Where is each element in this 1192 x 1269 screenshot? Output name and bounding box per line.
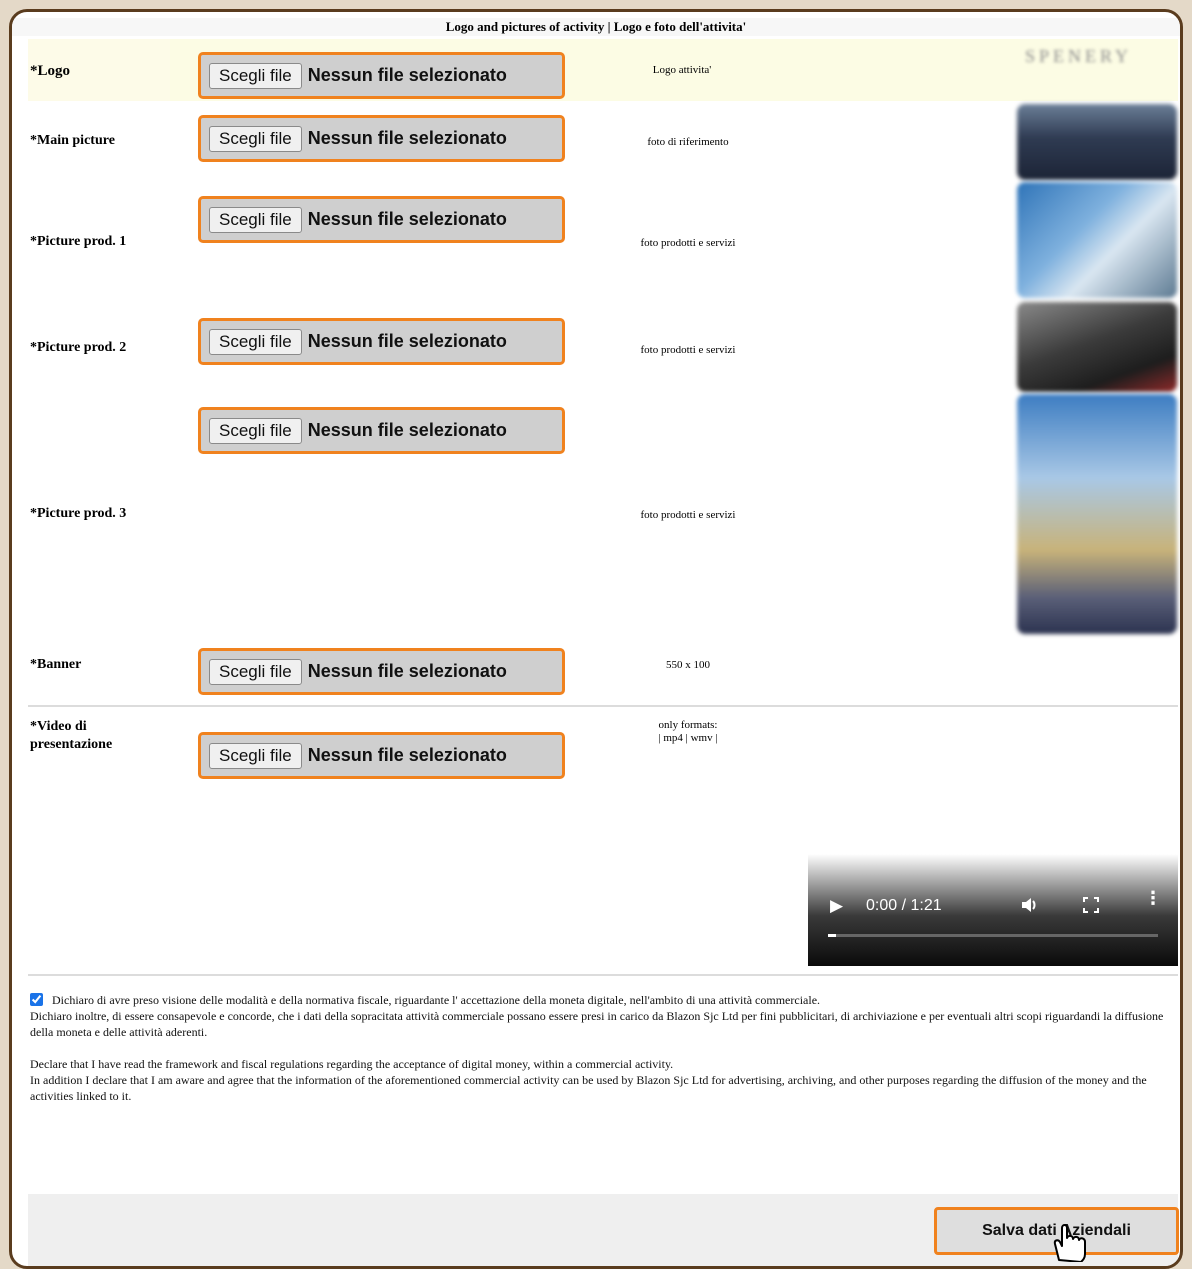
video-file-input[interactable]: Scegli file Nessun file selezionato [198,732,565,779]
video-label: *Video di presentazione [30,718,112,754]
declaration-en-line-1: Declare that I have read the framework a… [30,1057,674,1071]
picture-prod-3-preview-image [1017,394,1177,634]
video-time: 0:00 / 1:21 [866,897,942,914]
logo-file-input[interactable]: Scegli file Nessun file selezionato [198,52,565,99]
choose-file-button[interactable]: Scegli file [209,742,302,769]
banner-file-input[interactable]: Scegli file Nessun file selezionato [198,648,565,695]
banner-note: 550 x 100 [666,659,710,671]
main-picture-file-input[interactable]: Scegli file Nessun file selezionato [198,115,565,162]
file-status: Nessun file selezionato [307,331,507,351]
main-picture-note: foto di riferimento [647,136,729,148]
picture-prod-1-label: *Picture prod. 1 [30,234,127,249]
picture-prod-1-preview-image [1017,182,1177,298]
file-status: Nessun file selezionato [307,128,507,148]
section-divider [28,705,1178,707]
declaration-en-line-2: In addition I declare that I am aware an… [30,1073,1147,1103]
video-progress-fill [828,934,836,937]
declaration-it-line-2: Dichiaro inoltre, di essere consapevole … [30,1009,1164,1039]
hand-cursor-icon [1047,1222,1097,1266]
file-status: Nessun file selezionato [307,661,507,681]
picture-prod-2-file-input[interactable]: Scegli file Nessun file selezionato [198,318,565,365]
declaration-checkbox[interactable] [30,993,43,1006]
choose-file-button[interactable]: Scegli file [209,125,302,152]
choose-file-button[interactable]: Scegli file [209,62,302,89]
logo-note: Logo attivita' [652,64,712,76]
video-progress-bar[interactable] [828,934,1158,937]
choose-file-button[interactable]: Scegli file [209,328,302,355]
section-title: Logo and pictures of activity | Logo e f… [12,18,1180,36]
video-frame [808,854,1178,966]
form-panel: Logo and pictures of activity | Logo e f… [9,9,1183,1269]
picture-prod-2-note: foto prodotti e servizi [640,344,736,356]
choose-file-button[interactable]: Scegli file [209,417,302,444]
choose-file-button[interactable]: Scegli file [209,658,302,685]
volume-icon[interactable] [1020,895,1040,920]
section-divider [28,974,1178,976]
logo-label: *Logo [30,63,71,79]
picture-prod-3-note: foto prodotti e servizi [640,509,736,521]
declaration-text: Dichiaro di avre preso visione delle mod… [30,992,1180,1104]
file-status: Nessun file selezionato [307,420,507,440]
declaration-it-line-1: Dichiaro di avre preso visione delle mod… [52,993,821,1007]
banner-label: *Banner [30,657,82,672]
video-player[interactable]: ▶ 0:00 / 1:21 ⋮ [808,854,1178,966]
file-status: Nessun file selezionato [307,745,507,765]
choose-file-button[interactable]: Scegli file [209,206,302,233]
picture-prod-3-file-input[interactable]: Scegli file Nessun file selezionato [198,407,565,454]
play-icon[interactable]: ▶ [830,896,843,916]
video-note-line-2: | mp4 | wmv | [658,732,718,744]
file-status: Nessun file selezionato [307,65,507,85]
video-label-line-1: *Video di [30,719,87,734]
file-status: Nessun file selezionato [307,209,507,229]
svg-text:SPENERY: SPENERY [1025,46,1132,66]
picture-prod-1-note: foto prodotti e servizi [640,237,736,249]
video-label-line-2: presentazione [30,737,113,752]
picture-prod-2-preview-image [1017,302,1177,392]
main-picture-label: *Main picture [30,133,115,148]
fullscreen-icon[interactable] [1083,897,1099,918]
picture-prod-2-label: *Picture prod. 2 [30,340,127,355]
video-note: only formats: | mp4 | wmv | [608,719,768,745]
main-picture-preview-image [1017,104,1177,180]
picture-prod-1-file-input[interactable]: Scegli file Nessun file selezionato [198,196,565,243]
video-note-line-1: only formats: [658,719,718,731]
more-options-icon[interactable]: ⋮ [1144,889,1162,907]
logo-preview-image: SPENERY [1017,42,1177,70]
picture-prod-3-label: *Picture prod. 3 [30,506,127,521]
